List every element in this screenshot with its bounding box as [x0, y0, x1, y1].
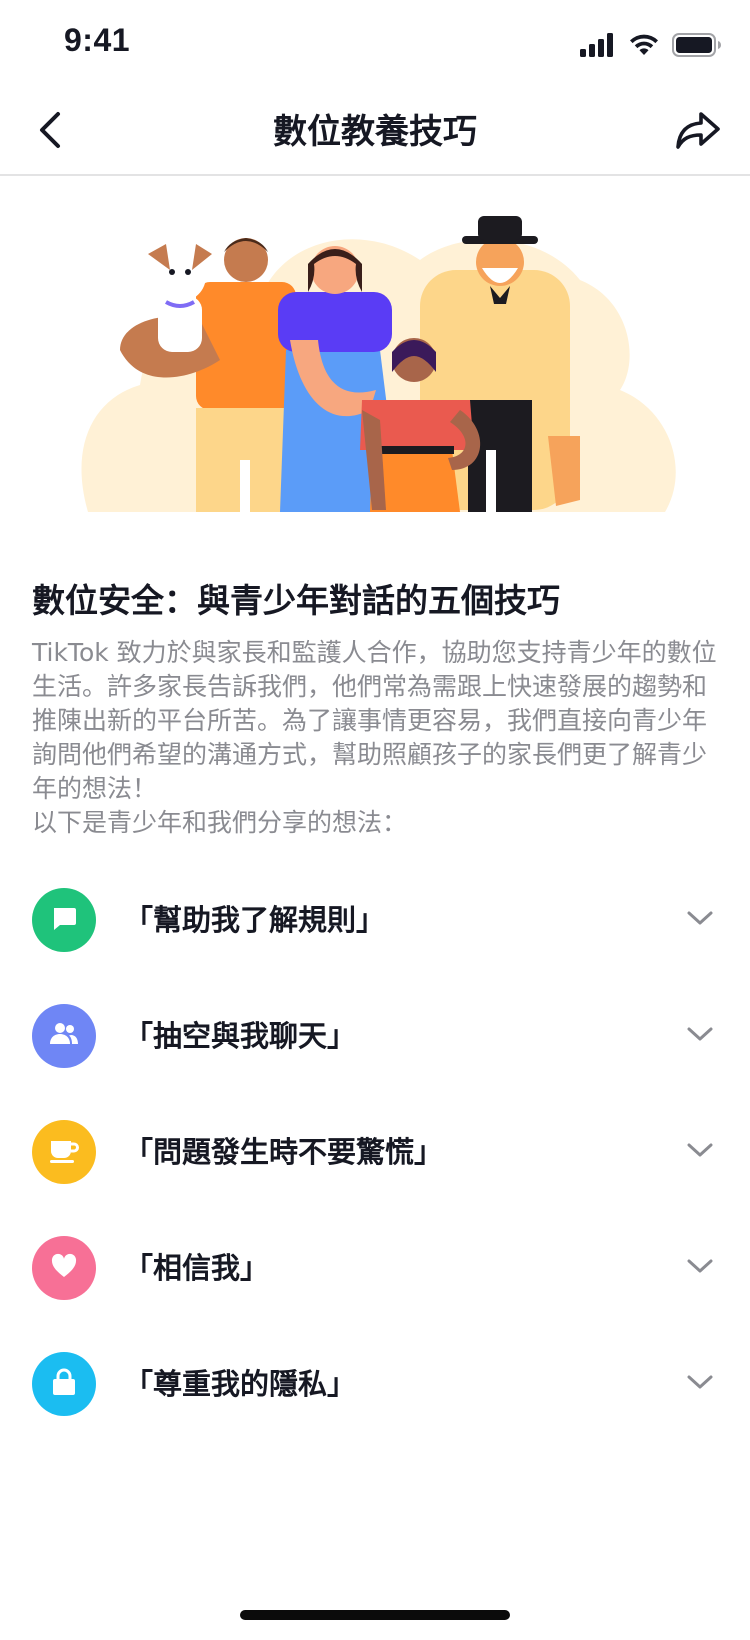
back-button[interactable] — [22, 104, 78, 160]
tip-label: 「相信我」 — [124, 1251, 270, 1285]
tip-row-rules[interactable]: 「幫助我了解規則」 — [0, 862, 750, 978]
chevron-down-icon — [686, 1373, 714, 1395]
tip-icon-circle — [32, 888, 96, 952]
chat-bubble-icon — [50, 904, 78, 936]
tip-label: 「幫助我了解規則」 — [124, 903, 386, 937]
tip-row-privacy[interactable]: 「尊重我的隱私」 — [0, 1326, 750, 1442]
lock-icon — [51, 1367, 77, 1401]
expand-button[interactable] — [684, 904, 716, 936]
tip-icon-circle — [32, 1004, 96, 1068]
battery-icon — [672, 33, 722, 61]
tip-row-trust[interactable]: 「相信我」 — [0, 1210, 750, 1326]
signal-icon — [580, 33, 616, 61]
article-paragraph: TikTok 致力於與家長和監護人合作，協助您支持青少年的數位生活。許多家長告訴… — [32, 638, 717, 803]
status-icons — [580, 30, 722, 64]
family-illustration — [0, 200, 750, 540]
heart-icon — [50, 1253, 78, 1283]
share-arrow-icon — [675, 110, 721, 154]
expand-button[interactable] — [684, 1368, 716, 1400]
coffee-cup-icon — [48, 1136, 80, 1168]
article-body: TikTok 致力於與家長和監護人合作，協助您支持青少年的數位生活。許多家長告訴… — [32, 636, 722, 840]
home-indicator[interactable] — [240, 1610, 510, 1620]
status-time: 9:41 — [64, 22, 131, 58]
tip-icon-circle — [32, 1236, 96, 1300]
tip-label: 「抽空與我聊天」 — [124, 1019, 357, 1053]
chevron-down-icon — [686, 909, 714, 931]
expand-button[interactable] — [684, 1136, 716, 1168]
chevron-down-icon — [686, 1141, 714, 1163]
chevron-down-icon — [686, 1025, 714, 1047]
chevron-left-icon — [36, 110, 64, 154]
wifi-icon — [628, 33, 660, 61]
tip-label: 「問題發生時不要驚慌」 — [124, 1135, 444, 1169]
expand-button[interactable] — [684, 1252, 716, 1284]
tip-icon-circle — [32, 1352, 96, 1416]
chevron-down-icon — [686, 1257, 714, 1279]
status-bar: 9:41 — [0, 0, 750, 88]
people-icon — [48, 1020, 80, 1052]
tip-icon-circle — [32, 1120, 96, 1184]
page-title: 數位教養技巧 — [273, 112, 477, 152]
nav-bar: 數位教養技巧 — [0, 88, 750, 176]
tip-row-chat[interactable]: 「抽空與我聊天」 — [0, 978, 750, 1094]
tip-label: 「尊重我的隱私」 — [124, 1367, 357, 1401]
tip-row-dont-panic[interactable]: 「問題發生時不要驚慌」 — [0, 1094, 750, 1210]
share-button[interactable] — [668, 104, 728, 160]
article-intro-line: 以下是青少年和我們分享的想法： — [32, 808, 408, 837]
article-title: 數位安全：與青少年對話的五個技巧 — [32, 581, 560, 620]
tips-list: 「幫助我了解規則」 「抽空與我聊天」 「問題發生時不要驚慌」 「相信我」 「尊重… — [0, 862, 750, 1442]
expand-button[interactable] — [684, 1020, 716, 1052]
